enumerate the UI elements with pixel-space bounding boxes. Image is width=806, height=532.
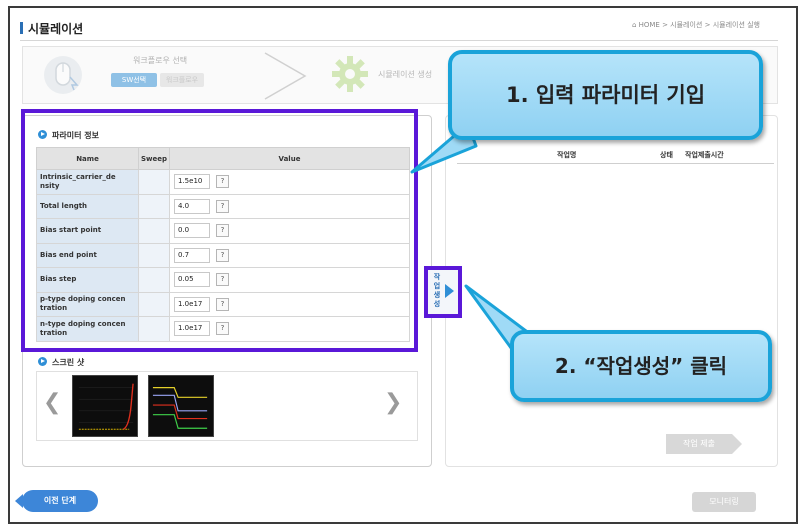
parameter-highlight-box: [21, 109, 418, 352]
job-table-header: 작업명 상태 작업제출시간: [457, 146, 774, 164]
instruction-callout-2: 2. “작업생성” 클릭: [510, 330, 772, 402]
play-arrow-icon: [445, 284, 454, 298]
breadcrumb: ⌂ HOME > 시뮬레이션 > 시뮬레이션 실행: [631, 21, 760, 29]
column-header-submit-time: 작업제출시간: [685, 151, 724, 159]
create-job-label: 작업생성: [433, 273, 441, 308]
header-divider: [20, 40, 778, 41]
screenshot-section-title: 스크린 샷: [38, 357, 84, 368]
page-title-text: 시뮬레이션: [28, 22, 84, 36]
column-header-status: 상태: [660, 151, 673, 159]
instruction-callout-1: 1. 입력 파라미터 기입: [448, 50, 763, 140]
sw-select-button[interactable]: SW선택: [111, 73, 157, 87]
carousel-prev-button[interactable]: ❮: [43, 390, 61, 415]
screenshot-thumbnail[interactable]: [148, 375, 214, 437]
step2-label: 시뮬레이션 생성: [378, 70, 433, 79]
workflow-button[interactable]: 워크플로우: [160, 73, 204, 87]
screenshot-thumbnail[interactable]: [72, 375, 138, 437]
chevron-right-icon: [264, 52, 307, 100]
monitoring-button[interactable]: 모니터링: [692, 492, 756, 512]
bullet-icon: [38, 357, 47, 366]
screenshot-section-title-text: 스크린 샷: [52, 358, 85, 367]
prev-step-button[interactable]: 이전 단계: [15, 490, 98, 512]
gear-icon: [332, 56, 368, 92]
column-header-job-name: 작업명: [557, 151, 577, 159]
carousel-next-button[interactable]: ❯: [384, 390, 402, 415]
step1-label: 워크플로우 선택: [133, 56, 188, 65]
mouse-icon: [44, 56, 82, 94]
page-title: 시뮬레이션: [20, 20, 83, 37]
create-job-button[interactable]: 작업생성: [424, 266, 462, 318]
submit-job-button[interactable]: 작업 제출: [666, 434, 742, 454]
